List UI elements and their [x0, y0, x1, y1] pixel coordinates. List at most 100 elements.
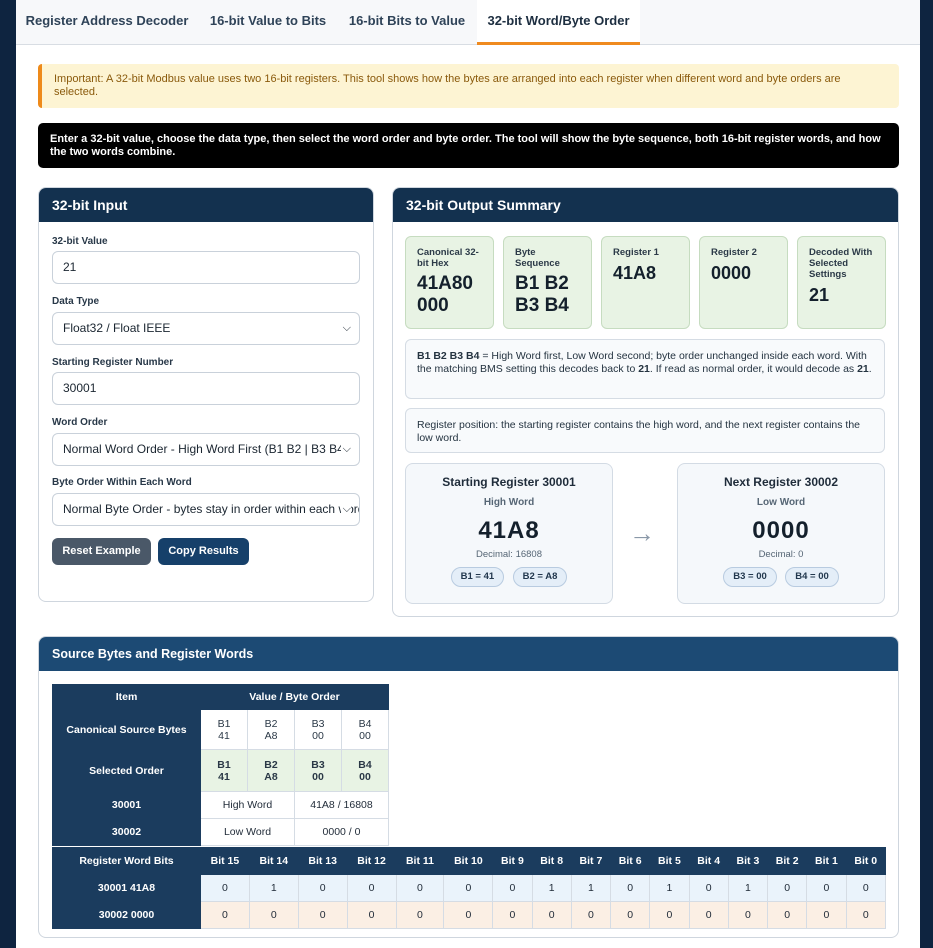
- byte-cell: B1 41: [200, 709, 248, 750]
- bit-cell: 0: [610, 901, 651, 929]
- chevron-down-icon: ⌵: [340, 434, 351, 465]
- byte-cell: B2 A8: [247, 709, 295, 750]
- card-label: Byte Sequence: [515, 247, 560, 269]
- byte-pill: B2 = A8: [512, 567, 568, 587]
- card-label: Register 1: [613, 247, 659, 258]
- bit-cell: 1: [649, 874, 690, 902]
- tab-bar: Register Address Decoder 16-bit Value to…: [16, 0, 920, 45]
- bit-cell: 0: [492, 874, 533, 902]
- bit-cell: 0: [688, 874, 729, 902]
- row-selected-label: Selected Order: [52, 749, 201, 792]
- value-input[interactable]: 21: [52, 251, 360, 284]
- bit-header: Bit 9: [492, 847, 533, 875]
- bit-header: Bit 0: [845, 847, 887, 875]
- bit-cell: 0: [806, 874, 847, 902]
- card-decoded-value: Decoded With Selected Settings 21: [797, 236, 886, 329]
- tab-16bit-value-to-bits[interactable]: 16-bit Value to Bits: [198, 0, 338, 45]
- card-label: Register 2: [711, 247, 757, 258]
- start-register-input[interactable]: 30001: [52, 372, 360, 405]
- bit-cell: 0: [767, 874, 808, 902]
- byte-pill: B3 = 00: [723, 567, 777, 587]
- bit-header: Bit 12: [346, 847, 397, 875]
- reset-example-button[interactable]: Reset Example: [52, 538, 151, 565]
- word-order-label: Word Order: [52, 417, 108, 428]
- bit-cell: 0: [248, 901, 299, 929]
- register-hex: 0000: [752, 517, 810, 544]
- bit-cell: 0: [200, 874, 250, 902]
- bit-cell: 0: [395, 874, 445, 902]
- important-notice: Important: A 32-bit Modbus value uses tw…: [38, 64, 899, 108]
- byte-order-value: Normal Byte Order - bytes stay in order …: [63, 502, 360, 516]
- card-register-1: Register 1 41A8: [601, 236, 690, 329]
- byte-order-table: Item Value / Byte Order Canonical Source…: [52, 684, 389, 846]
- register-title: Next Register 30002: [723, 475, 839, 489]
- bit-cell: 0: [806, 901, 847, 929]
- arrow-right-icon: →: [629, 518, 655, 548]
- bit-header: Bit 2: [767, 847, 808, 875]
- byte-cell: B4 00: [341, 709, 389, 750]
- header-value-byte-order: Value / Byte Order: [200, 684, 389, 710]
- header-item: Item: [52, 684, 201, 710]
- byte-order-select[interactable]: Normal Byte Order - bytes stay in order …: [52, 493, 360, 526]
- bit-cell: 0: [610, 874, 651, 902]
- tab-16bit-bits-to-value[interactable]: 16-bit Bits to Value: [338, 0, 476, 45]
- row-reg1-label: 30001: [52, 791, 201, 819]
- bit-header: Bit 10: [443, 847, 494, 875]
- byte-pill: B4 = 00: [785, 567, 839, 587]
- reg2-word: Low Word: [200, 818, 295, 846]
- word-order-value: Normal Word Order - High Word First (B1 …: [63, 442, 348, 456]
- data-type-select[interactable]: Float32 / Float IEEE ⌵: [52, 312, 360, 345]
- register-bits-table: Register Word Bits Bit 15 Bit 14 Bit 13 Bit…: [52, 847, 887, 929]
- register-decimal: Decimal: 16808: [475, 549, 542, 560]
- data-type-label: Data Type: [52, 296, 100, 307]
- row1-label: 30001 41A8: [52, 874, 201, 902]
- bit-cell: 0: [395, 901, 445, 929]
- next-register-card: Next Register 30002 Low Word 0000 Decima…: [677, 463, 885, 604]
- row2-label: 30002 0000: [52, 901, 201, 929]
- row-canonical-label: Canonical Source Bytes: [52, 709, 201, 750]
- bit-cell: 1: [248, 874, 299, 902]
- bit-cell: 0: [649, 901, 690, 929]
- copy-results-button[interactable]: Copy Results: [158, 538, 249, 565]
- bit-header: Bit 7: [570, 847, 612, 875]
- row-reg2-label: 30002: [52, 818, 201, 846]
- starting-register-card: Starting Register 30001 High Word 41A8 D…: [405, 463, 613, 604]
- register-word-type: High Word: [483, 497, 535, 508]
- page: Register Address Decoder 16-bit Value to…: [16, 0, 920, 948]
- byte-pill: B1 = 41: [450, 567, 505, 587]
- tab-register-address-decoder[interactable]: Register Address Decoder: [16, 0, 198, 45]
- bit-header: Bit 14: [248, 847, 299, 875]
- byte-cell-selected: B2 A8: [247, 749, 295, 792]
- bit-header: Bit 3: [727, 847, 769, 875]
- bit-cell: 0: [200, 901, 250, 929]
- bit-cell: 0: [492, 901, 533, 929]
- bit-cell: 0: [531, 901, 572, 929]
- byte-order-label: Byte Order Within Each Word: [52, 477, 192, 488]
- output-panel-title: 32-bit Output Summary: [393, 188, 898, 222]
- card-byte-sequence: Byte Sequence B1 B2 B3 B4: [503, 236, 592, 329]
- reg1-value: 41A8 / 16808: [294, 791, 389, 819]
- chevron-down-icon: ⌵: [340, 494, 351, 525]
- byte-cell-selected: B1 41: [200, 749, 248, 792]
- word-order-select[interactable]: Normal Word Order - High Word First (B1 …: [52, 433, 360, 466]
- bit-cell: 1: [727, 874, 769, 902]
- card-value: 21: [809, 285, 830, 305]
- bit-cell: 0: [767, 901, 808, 929]
- output-panel: 32-bit Output Summary Canonical 32-bit H…: [392, 187, 899, 617]
- byte-cell-selected: B4 00: [341, 749, 389, 792]
- tab-32bit-word-byte-order[interactable]: 32-bit Word/Byte Order: [477, 0, 640, 45]
- card-label: Canonical 32-bit Hex: [417, 247, 479, 269]
- reg1-word: High Word: [200, 791, 295, 819]
- register-position-note: Register position: the starting register…: [405, 408, 885, 453]
- reg2-value: 0000 / 0: [294, 818, 389, 846]
- bit-cell: 0: [845, 874, 887, 902]
- card-canonical-hex: Canonical 32-bit Hex 41A80000: [405, 236, 494, 329]
- bit-cell: 0: [688, 901, 729, 929]
- card-value: B1 B2 B3 B4: [515, 273, 569, 316]
- bit-cell: 1: [531, 874, 572, 902]
- bit-header: Bit 8: [531, 847, 572, 875]
- card-value: 0000: [711, 263, 752, 283]
- register-word-type: Low Word: [756, 497, 806, 508]
- start-register-label: Starting Register Number: [52, 357, 174, 368]
- card-value: 41A80000: [417, 273, 473, 316]
